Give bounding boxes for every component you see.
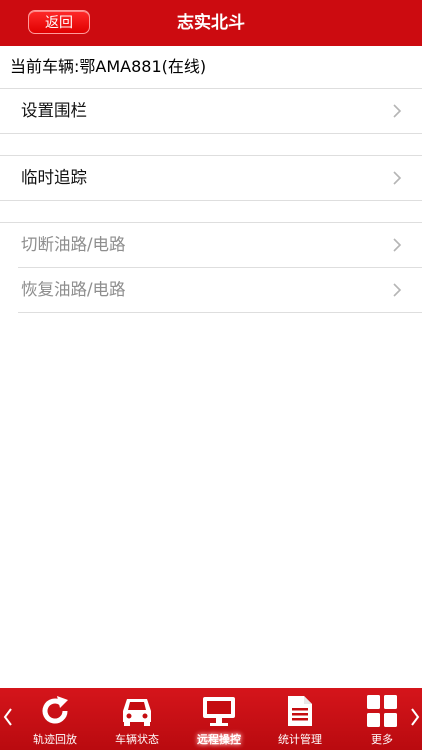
tab-vehicle-status[interactable]: 车辆状态	[100, 688, 174, 750]
menu-item-temp-tracking[interactable]: 临时追踪	[0, 156, 422, 200]
refresh-icon	[42, 696, 68, 724]
chevron-right-icon[interactable]	[409, 706, 421, 728]
tab-track-playback[interactable]: 轨迹回放	[18, 688, 92, 750]
menu-item-label: 切断油路/电路	[21, 235, 126, 254]
car-icon	[123, 699, 151, 726]
tab-label: 远程操控	[197, 733, 241, 746]
tab-label: 统计管理	[278, 733, 322, 746]
chevron-right-icon	[393, 283, 402, 297]
divider	[18, 312, 422, 313]
menu-item-label: 恢复油路/电路	[21, 280, 126, 299]
app-header: 返回 志实北斗	[0, 0, 422, 46]
tab-label: 轨迹回放	[33, 733, 77, 746]
tab-label: 更多	[371, 733, 393, 746]
divider	[0, 133, 422, 134]
tab-remote-control[interactable]: 远程操控	[182, 688, 256, 750]
chevron-right-icon	[393, 104, 402, 118]
chevron-right-icon	[393, 238, 402, 252]
menu-item-cut-fuel[interactable]: 切断油路/电路	[0, 223, 422, 267]
menu-item-geofence[interactable]: 设置围栏	[0, 89, 422, 133]
bottom-tab-bar: 轨迹回放 车辆状态 远程操控 统计管理 更多	[0, 688, 422, 750]
menu-item-restore-fuel[interactable]: 恢复油路/电路	[0, 268, 422, 312]
current-vehicle-label: 当前车辆:鄂AMA881(在线)	[10, 57, 207, 76]
menu-item-label: 临时追踪	[21, 168, 87, 187]
tab-label: 车辆状态	[115, 733, 159, 746]
page-title: 志实北斗	[177, 13, 245, 33]
tab-more[interactable]: 更多	[345, 688, 419, 750]
grid-icon	[367, 695, 397, 727]
tab-statistics[interactable]: 统计管理	[263, 688, 337, 750]
chevron-right-icon	[393, 171, 402, 185]
monitor-icon	[203, 697, 235, 726]
document-icon	[288, 696, 312, 726]
divider	[0, 200, 422, 201]
menu-item-label: 设置围栏	[21, 101, 87, 120]
chevron-left-icon[interactable]	[2, 706, 14, 728]
